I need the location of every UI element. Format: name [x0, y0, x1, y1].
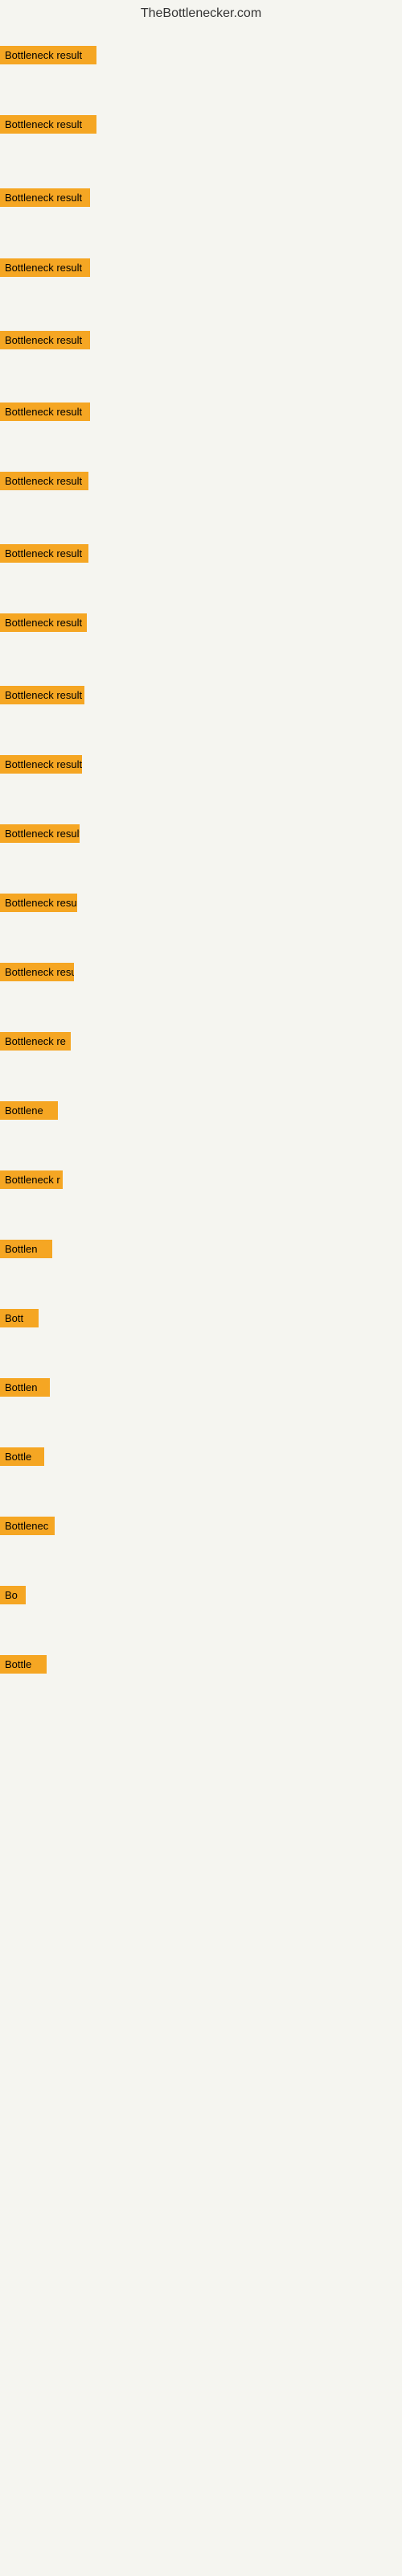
bottleneck-result-item[interactable]: Bottle	[0, 1447, 44, 1466]
bottleneck-result-item[interactable]: Bottleneck result	[0, 824, 80, 843]
bottleneck-result-item[interactable]: Bottleneck result	[0, 46, 96, 64]
bottleneck-result-item[interactable]: Bottleneck result	[0, 544, 88, 563]
bottleneck-result-item[interactable]: Bottleneck re	[0, 1032, 71, 1051]
bottleneck-result-item[interactable]: Bottleneck result	[0, 613, 87, 632]
bottleneck-result-item[interactable]: Bottleneck result	[0, 472, 88, 490]
bottleneck-result-item[interactable]: Bottleneck result	[0, 686, 84, 704]
bottleneck-result-item[interactable]: Bott	[0, 1309, 39, 1327]
bottleneck-result-item[interactable]: Bottleneck result	[0, 258, 90, 277]
bottleneck-result-item[interactable]: Bottleneck result	[0, 402, 90, 421]
bottleneck-result-item[interactable]: Bottleneck result	[0, 188, 90, 207]
site-title: TheBottlenecker.com	[0, 0, 402, 24]
bottleneck-result-item[interactable]: Bottleneck result	[0, 115, 96, 134]
bottleneck-result-item[interactable]: Bottleneck result	[0, 894, 77, 912]
bottleneck-result-item[interactable]: Bottle	[0, 1655, 47, 1674]
bottleneck-result-item[interactable]: Bottlene	[0, 1101, 58, 1120]
bottleneck-result-item[interactable]: Bottlenec	[0, 1517, 55, 1535]
bottleneck-result-item[interactable]: Bottleneck result	[0, 963, 74, 981]
bottleneck-result-item[interactable]: Bottleneck result	[0, 331, 90, 349]
bottleneck-result-item[interactable]: Bo	[0, 1586, 26, 1604]
bottleneck-result-item[interactable]: Bottlen	[0, 1378, 50, 1397]
bottleneck-result-item[interactable]: Bottleneck r	[0, 1170, 63, 1189]
bottleneck-result-item[interactable]: Bottleneck result	[0, 755, 82, 774]
bottleneck-result-item[interactable]: Bottlen	[0, 1240, 52, 1258]
